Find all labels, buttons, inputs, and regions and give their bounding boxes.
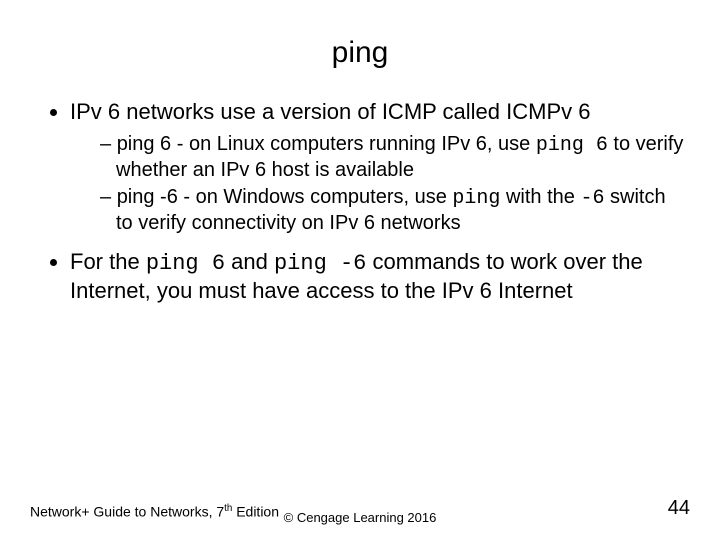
- b2-code1: ping 6: [146, 251, 225, 276]
- bullet-1-sub-1: ping 6 - on Linux computers running IPv …: [100, 132, 684, 183]
- bullet-2: For the ping 6 and ping -6 commands to w…: [70, 248, 684, 305]
- slide-title: ping: [30, 36, 690, 70]
- b2-prefix: For the: [70, 249, 146, 274]
- b1s2-code1: ping: [452, 187, 500, 210]
- footer-page-number: 44: [668, 496, 690, 520]
- b2-code2: ping -6: [274, 251, 366, 276]
- b2-mid1: and: [225, 249, 274, 274]
- bullet-1-text: IPv 6 networks use a version of ICMP cal…: [70, 99, 590, 124]
- b1s1-code: ping 6: [536, 134, 608, 157]
- b1s2-mid: with the: [500, 186, 580, 208]
- slide: ping IPv 6 networks use a version of ICM…: [0, 0, 720, 540]
- bullet-1: IPv 6 networks use a version of ICMP cal…: [70, 98, 684, 236]
- bullet-1-sublist: ping 6 - on Linux computers running IPv …: [100, 132, 684, 236]
- bullet-list: IPv 6 networks use a version of ICMP cal…: [52, 98, 690, 305]
- footer-center: © Cengage Learning 2016: [30, 510, 690, 526]
- b1s2-prefix: ping -6 - on Windows computers, use: [117, 186, 453, 208]
- b1s1-prefix: ping 6 - on Linux computers running IPv …: [117, 133, 536, 155]
- b1s2-code2: -6: [580, 187, 604, 210]
- bullet-1-sub-2: ping -6 - on Windows computers, use ping…: [100, 185, 684, 236]
